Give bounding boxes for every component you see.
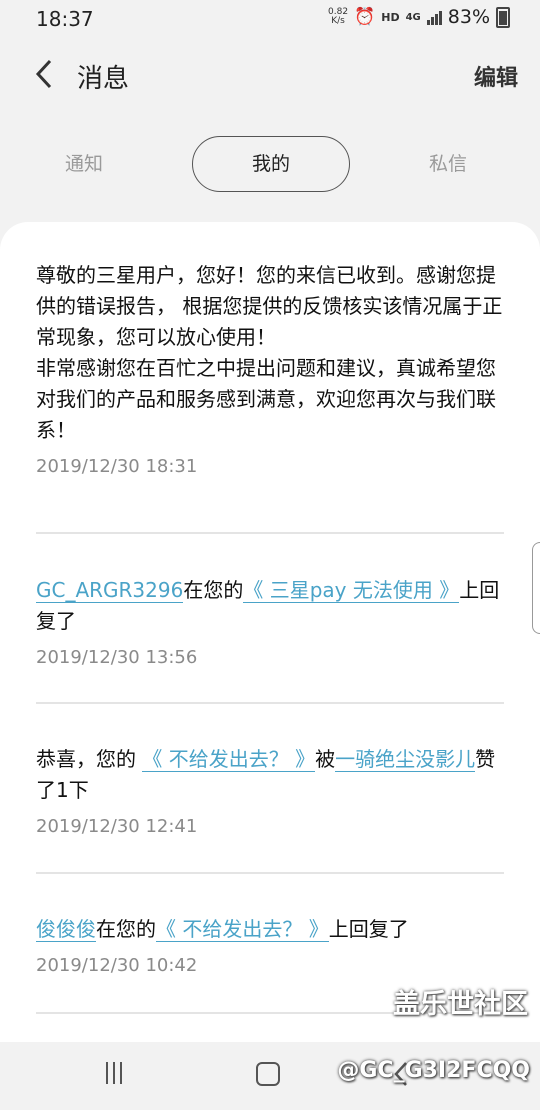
list-item[interactable]: 尊敬的三星用户，您好！您的来信已收到。感谢您提供的错误报告， 根据您提供的反馈核…: [36, 260, 506, 477]
watermark-title: 盖乐世社区: [393, 989, 528, 1020]
scroll-handle[interactable]: [532, 542, 540, 634]
watermark-user: @GC_G3I2FCQQ: [337, 1058, 530, 1083]
page-title: 消息: [77, 64, 130, 94]
user-link[interactable]: 俊俊俊: [36, 917, 96, 942]
message-time: 2019/12/30 12:41: [36, 816, 198, 837]
recent-apps-icon[interactable]: [106, 1062, 122, 1084]
divider: [36, 702, 504, 704]
list-item[interactable]: 恭喜，您的 《 不给发出去？ 》被一骑绝尘没影儿赞了1下 2019/12/30 …: [36, 744, 506, 837]
battery-icon: [496, 6, 510, 28]
home-icon[interactable]: [256, 1062, 280, 1086]
tab-notifications[interactable]: 通知: [44, 136, 124, 192]
back-arrow-icon[interactable]: [28, 56, 60, 92]
list-item[interactable]: 俊俊俊在您的《 不给发出去？ 》上回复了 2019/12/30 10:42: [36, 914, 506, 976]
message-time: 2019/12/30 10:42: [36, 955, 198, 976]
network-type: 4G: [405, 11, 421, 23]
divider: [36, 872, 504, 874]
signal-icon: [426, 9, 442, 25]
tab-bar: 通知 我的 私信: [0, 136, 540, 194]
hd-label: HD: [381, 10, 400, 24]
divider: [36, 532, 504, 534]
tab-private-messages[interactable]: 私信: [408, 136, 488, 192]
alarm-icon: ⏰: [354, 7, 376, 27]
status-bar: 18:37 0.82 K/s ⏰ HD 4G 83%: [0, 0, 540, 38]
message-time: 2019/12/30 13:56: [36, 647, 198, 668]
battery-percent: 83%: [447, 6, 490, 28]
user-link[interactable]: GC_ARGR3296: [36, 578, 184, 603]
post-link[interactable]: 《 不给发出去？ 》: [156, 917, 329, 942]
post-link[interactable]: 《 不给发出去？ 》: [142, 747, 316, 772]
post-link[interactable]: 《 三星pay 无法使用 》: [243, 578, 460, 603]
app-header: 消息 编辑: [0, 48, 540, 100]
status-icons: 0.82 K/s ⏰ HD 4G 83%: [328, 6, 510, 28]
list-item[interactable]: GC_ARGR3296在您的《 三星pay 无法使用 》上回复了 2019/12…: [36, 575, 506, 668]
message-text: 尊敬的三星用户，您好！您的来信已收到。感谢您提供的错误报告， 根据您提供的反馈核…: [36, 263, 503, 442]
status-time: 18:37: [36, 7, 94, 31]
message-list: 尊敬的三星用户，您好！您的来信已收到。感谢您提供的错误报告， 根据您提供的反馈核…: [0, 222, 540, 1042]
edit-button[interactable]: 编辑: [474, 60, 518, 92]
tab-mine[interactable]: 我的: [192, 136, 350, 192]
user-link[interactable]: 一骑绝尘没影儿: [335, 747, 476, 772]
network-speed: 0.82 K/s: [328, 7, 349, 26]
message-time: 2019/12/30 18:31: [36, 456, 198, 477]
